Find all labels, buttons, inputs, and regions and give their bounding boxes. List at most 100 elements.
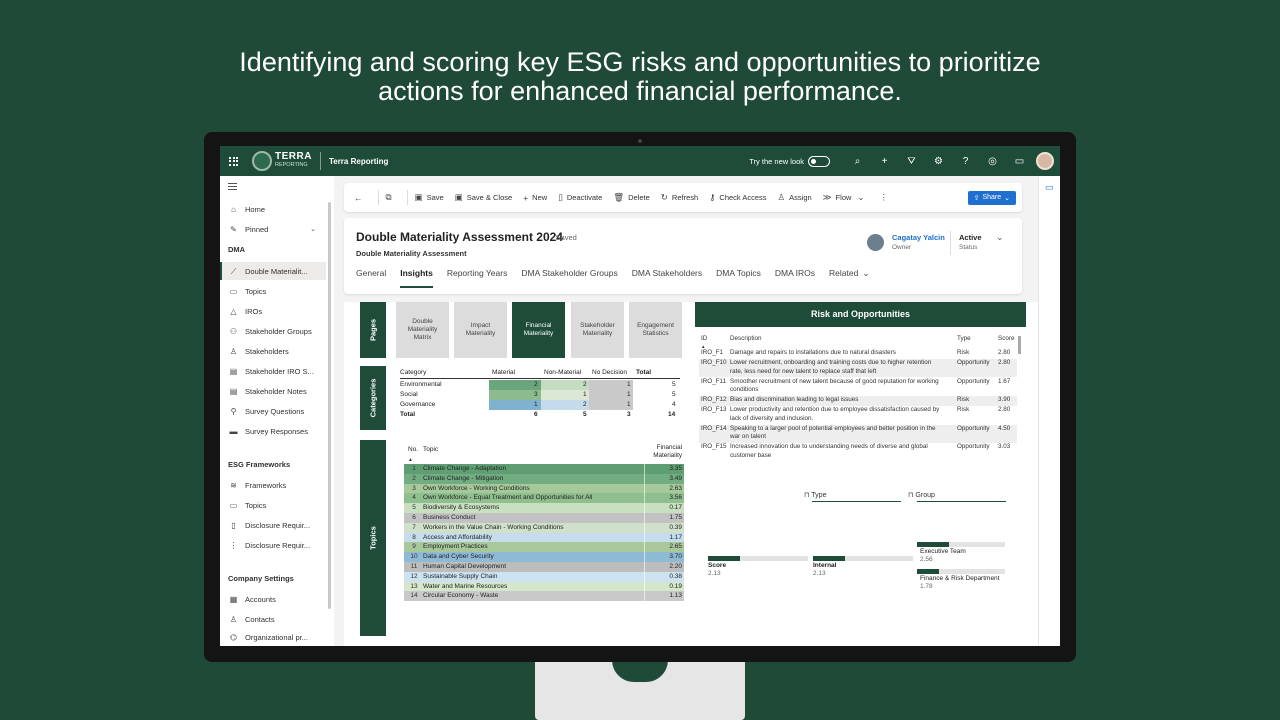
score-bar[interactable] <box>813 556 845 561</box>
chevron-down-icon[interactable]: ⌄ <box>310 225 316 233</box>
check-access-button[interactable]: ⚷ Check Access <box>709 192 766 203</box>
new-look-toggle[interactable] <box>808 155 830 167</box>
topic-row[interactable]: 2 Climate Change - Mitigation 3.49 <box>404 473 684 484</box>
flow-button[interactable]: ≫ Flow ⌄ <box>823 192 869 203</box>
nav-survey-questions[interactable]: ⚲ Survey Questions <box>220 402 326 420</box>
group-bar[interactable] <box>917 569 939 574</box>
nav-accounts[interactable]: ▦ Accounts <box>220 590 326 608</box>
nav-frameworks[interactable]: ≋ Frameworks <box>220 476 326 494</box>
share-icon: ⇪ <box>973 194 980 202</box>
tab-dma-iros[interactable]: DMA IROs <box>775 268 815 288</box>
tab-dma-topics[interactable]: DMA Topics <box>716 268 761 288</box>
header-expand-chevron-icon[interactable]: ⌄ <box>996 232 1004 243</box>
topic-row[interactable]: 7 Workers in the Value Chain - Working Co… <box>404 522 684 533</box>
more-commands-button[interactable]: ⋮ <box>880 192 893 203</box>
settings-gear-icon[interactable]: ⚙ <box>925 156 952 167</box>
tab-insights[interactable]: Insights <box>400 268 433 288</box>
terra-logo[interactable]: TERRA REPORTING <box>252 151 312 171</box>
group-bar[interactable] <box>917 542 949 547</box>
score-bar[interactable] <box>708 556 740 561</box>
nav-esg-topics[interactable]: ▭ Topics <box>220 496 326 514</box>
nav-home[interactable]: ⌂ Home <box>220 200 326 218</box>
deactivate-button[interactable]: ▯ Deactivate <box>558 192 602 203</box>
person-icon: ♙ <box>229 614 238 624</box>
save-button[interactable]: ▣ Save <box>415 192 444 203</box>
tab-related[interactable]: Related ⌄ <box>829 268 869 288</box>
nav-survey-responses[interactable]: ▬ Survey Responses <box>220 422 326 440</box>
nav-pinned[interactable]: ✎ Pinned ⌄ <box>220 220 326 238</box>
topic-row[interactable]: 10 Data and Cyber Security 3.70 <box>404 552 684 562</box>
nav-stakeholder-notes[interactable]: ▤ Stakeholder Notes <box>220 382 326 400</box>
tab-dma-stakeholders[interactable]: DMA Stakeholders <box>632 268 702 288</box>
copilot-icon[interactable]: ◎ <box>979 156 1006 167</box>
nav-organizational[interactable]: ⌬ Organizational pr... <box>220 630 326 644</box>
page-impact-materiality[interactable]: Impact Materiality <box>454 302 507 358</box>
page-stakeholder-materiality[interactable]: Stakeholder Materiality <box>571 302 624 358</box>
topic-row[interactable]: 9 Employment Practices 2.65 <box>404 542 684 553</box>
topic-row[interactable]: 1 Climate Change - Adaptation 3.35 <box>404 464 684 474</box>
risk-header-type[interactable]: Type <box>957 335 971 345</box>
sort-asc-icon[interactable]: ▲ <box>408 457 413 463</box>
risk-header-description[interactable]: Description <box>730 335 762 345</box>
nav-iros[interactable]: △ IROs <box>220 302 326 320</box>
filter-icon[interactable]: ⛛ <box>898 156 925 167</box>
page-engagement-statistics[interactable]: Engagement Statistics <box>629 302 682 358</box>
topic-row[interactable]: 14 Circular Economy - Waste 1.13 <box>404 591 684 602</box>
risk-table-scrollbar[interactable] <box>1018 336 1021 354</box>
risk-header-score[interactable]: Score <box>998 335 1014 345</box>
page-double-materiality-matrix[interactable]: Double Materiality Matrix <box>396 302 449 358</box>
hamburger-menu-icon[interactable] <box>228 183 237 192</box>
tab-dma-stakeholder-groups[interactable]: DMA Stakeholder Groups <box>521 268 617 288</box>
categories-row[interactable]: Environmental 2 2 1 5 <box>400 380 690 390</box>
app-name[interactable]: Terra Reporting <box>329 157 388 166</box>
risk-row[interactable]: IRO_F13 Lower productivity and retention … <box>699 406 1017 424</box>
open-new-window-button[interactable]: ⧉ <box>386 192 396 203</box>
topic-row[interactable]: 8 Access and Affordability 1.17 <box>404 532 684 543</box>
owner-name-link[interactable]: Cagatay Yalcin <box>892 233 945 242</box>
group-filter[interactable]: ⊓ Group <box>908 491 935 499</box>
topic-row[interactable]: 11 Human Capital Development 2.20 <box>404 562 684 572</box>
nav-topics[interactable]: ▭ Topics <box>220 282 326 300</box>
refresh-button[interactable]: ↻ Refresh <box>661 192 698 203</box>
delete-button[interactable]: 🗑 Delete <box>613 192 649 203</box>
new-button[interactable]: + New <box>523 193 547 203</box>
help-icon[interactable]: ? <box>952 156 979 167</box>
topic-row[interactable]: 6 Business Conduct 1.75 <box>404 513 684 523</box>
topic-row[interactable]: 12 Sustainable Supply Chain 0.38 <box>404 571 684 582</box>
search-icon[interactable]: ⌕ <box>844 156 871 167</box>
type-filter[interactable]: ⊓ Type <box>804 491 826 499</box>
nav-scrollbar[interactable] <box>328 202 331 609</box>
nav-disclosure-requirements-2[interactable]: ⋮ Disclosure Requir... <box>220 536 326 554</box>
topic-row[interactable]: 4 Own Workforce - Equal Treatment and Opp… <box>404 493 684 504</box>
topic-row[interactable]: 5 Biodiversity & Ecosystems 0.17 <box>404 503 684 513</box>
risk-row[interactable]: IRO_F15 Increased innovation due to under… <box>699 443 1017 461</box>
save-close-button[interactable]: ▣ Save & Close <box>455 192 512 203</box>
user-avatar[interactable] <box>1036 152 1054 170</box>
categories-row[interactable]: Social 3 1 1 5 <box>400 390 690 400</box>
nav-stakeholder-groups[interactable]: ⚇ Stakeholder Groups <box>220 322 326 340</box>
risk-row[interactable]: IRO_F12 Bias and discrimination leading t… <box>699 396 1017 406</box>
nav-double-materiality[interactable]: ⟋ Double Materialit... <box>220 262 326 280</box>
nav-stakeholder-iro-scores[interactable]: ▤ Stakeholder IRO S... <box>220 362 326 380</box>
topic-row[interactable]: 13 Water and Marine Resources 0.19 <box>404 581 684 592</box>
risk-row[interactable]: IRO_F10 Lower recruitment, onboarding and… <box>699 359 1017 377</box>
back-button[interactable]: ← <box>354 193 367 203</box>
app-launcher-icon[interactable] <box>229 156 238 166</box>
tab-general[interactable]: General <box>356 268 386 288</box>
chat-pane-icon[interactable]: ▭ <box>1045 182 1054 193</box>
nav-contacts[interactable]: ♙ Contacts <box>220 610 326 628</box>
risk-row[interactable]: IRO_F14 Speaking to a larger pool of pote… <box>699 424 1017 443</box>
add-icon[interactable]: + <box>871 156 898 167</box>
risk-row[interactable]: IRO_F11 Smoother recruitment of new talen… <box>699 378 1017 396</box>
categories-row[interactable]: Governance 1 2 1 4 <box>400 400 690 410</box>
page-financial-materiality[interactable]: Financial Materiality <box>512 302 565 358</box>
chat-icon[interactable]: ▭ <box>1006 156 1033 167</box>
nav-disclosure-requirements[interactable]: ▯ Disclosure Requir... <box>220 516 326 534</box>
assign-button[interactable]: ♙ Assign <box>778 192 812 203</box>
tab-reporting-years[interactable]: Reporting Years <box>447 268 508 288</box>
topic-row[interactable]: 3 Own Workforce - Working Conditions 2.63 <box>404 483 684 494</box>
owner-avatar[interactable] <box>867 234 884 251</box>
risk-row[interactable]: IRO_F1 Damage and repairs to installation… <box>699 349 1017 359</box>
nav-stakeholders[interactable]: ♙ Stakeholders <box>220 342 326 360</box>
share-button[interactable]: ⇪ Share ⌄ <box>967 190 1016 205</box>
